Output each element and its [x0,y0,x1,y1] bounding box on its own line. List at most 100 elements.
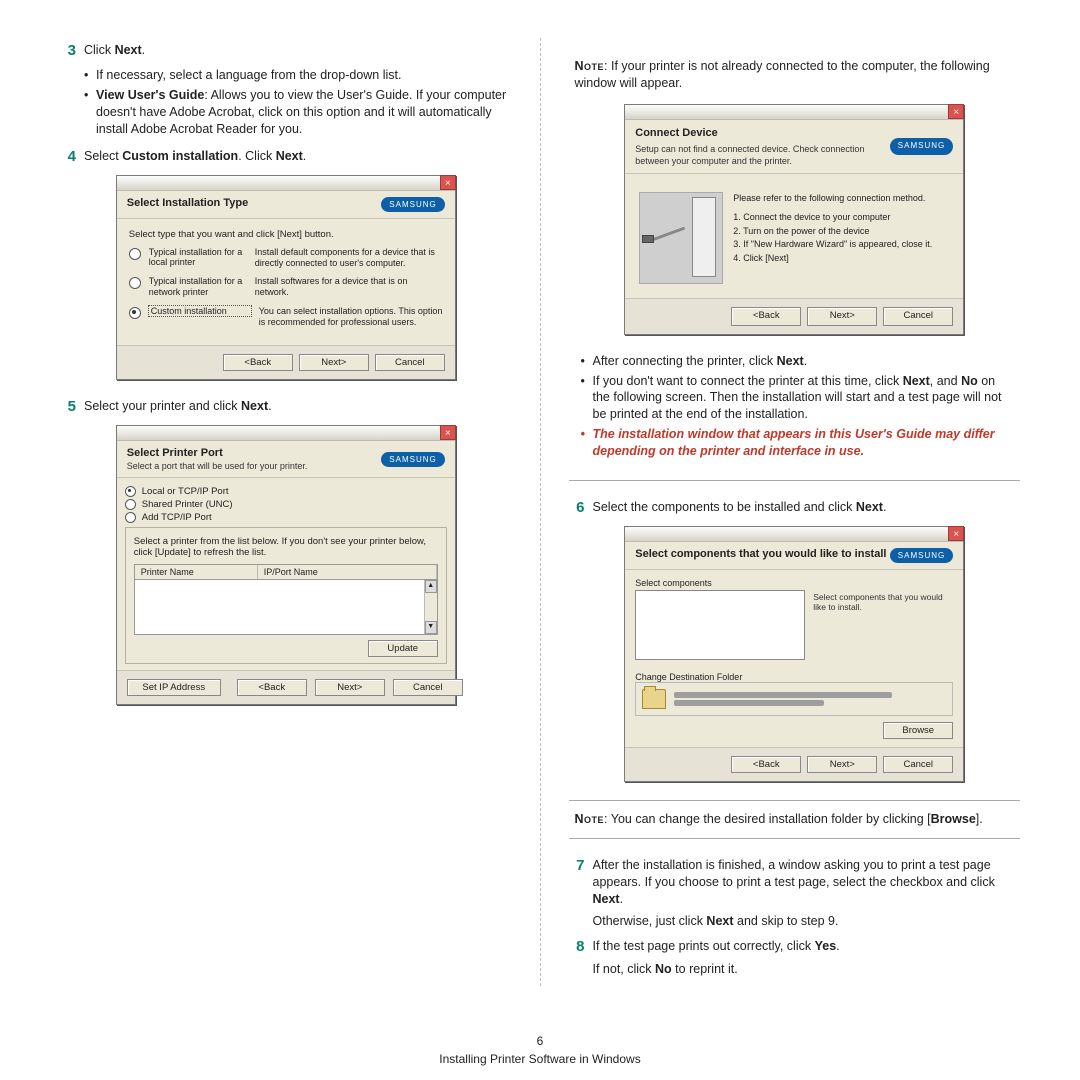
text: If not, click [593,962,656,976]
col-ip-port: IP/Port Name [258,565,437,579]
text: If the test page prints out correctly, c… [593,939,815,953]
radio-local-tcpip[interactable]: Local or TCP/IP Port [125,486,447,497]
radio-icon [125,486,136,497]
text: Select [84,149,122,163]
cancel-button[interactable]: Cancel [883,756,953,773]
text: : If your printer is not already connect… [575,59,990,90]
samsung-logo: SAMSUNG [890,138,953,155]
step3-bullets: If necessary, select a language from the… [84,67,512,138]
text: If you don't want to connect the printer… [593,374,903,388]
text-bold: Next [115,43,142,57]
text-bold: Next [706,914,733,928]
browse-button[interactable]: Browse [883,722,953,739]
table-header: Printer Name IP/Port Name [134,564,438,580]
close-icon[interactable]: × [440,425,456,440]
note-2: Note: You can change the desired install… [569,800,1021,839]
dialog-header: Select Printer Port Select a port that w… [117,441,455,478]
instruction: Select a printer from the list below. If… [134,536,438,558]
scrollbar[interactable]: ▲ ▼ [424,580,437,634]
close-icon[interactable]: × [440,175,456,190]
left-column: 3 Click Next. If necessary, select a lan… [60,38,537,986]
text: . [142,43,145,57]
text: The installation window that appears in … [593,427,995,458]
text-bold: Next [241,399,268,413]
dialog-select-printer-port: × Select Printer Port Select a port that… [116,425,456,705]
back-button[interactable]: <Back [223,354,293,371]
back-button[interactable]: <Back [237,679,307,696]
instruction: Please refer to the following connection… [733,192,949,206]
right-column: Note: If your printer is not already con… [544,38,1021,986]
note-label: Note [575,59,605,73]
step-number: 6 [565,499,585,516]
cancel-button[interactable]: Cancel [393,679,463,696]
list-caption: Select components [635,578,805,588]
dialog-header: Select Installation Type SAMSUNG [117,191,455,219]
text: . [268,399,271,413]
radio-custom[interactable]: Custom installation You can select insta… [129,306,443,329]
next-button[interactable]: Next> [299,354,369,371]
titlebar: × [625,105,963,120]
dialog-body: Please refer to the following connection… [625,174,963,298]
dialog-title: Connect Device [635,126,890,141]
next-button[interactable]: Next> [807,756,877,773]
radio-label: Add TCP/IP Port [142,512,212,523]
bullet-warning: The installation window that appears in … [581,426,1015,460]
close-icon[interactable]: × [948,526,964,541]
samsung-logo: SAMSUNG [381,452,444,467]
text: Otherwise, just click [593,914,707,928]
titlebar: × [625,527,963,542]
step-number: 5 [56,398,76,415]
dialog-subtitle: Setup can not find a connected device. C… [635,143,890,167]
radio-typical-local[interactable]: Typical installation for a local printer… [129,247,443,270]
radio-typical-network[interactable]: Typical installation for a network print… [129,276,443,299]
set-ip-button[interactable]: Set IP Address [127,679,221,696]
radio-desc: Install softwares for a device that is o… [255,276,443,299]
cancel-button[interactable]: Cancel [883,307,953,326]
text-bold: Next [856,500,883,514]
text: . [620,892,623,906]
col-printer-name: Printer Name [135,565,258,579]
dialog-body: Select components Select components that… [625,570,963,668]
scroll-down-icon[interactable]: ▼ [425,621,437,634]
scroll-up-icon[interactable]: ▲ [425,580,437,593]
radio-desc: Install default components for a device … [255,247,443,270]
next-button[interactable]: Next> [807,307,877,326]
text: and skip to step 9. [734,914,839,928]
text: : You can change the desired installatio… [604,812,931,826]
text: After the installation is finished, a wi… [593,858,995,889]
dialog-title: Select Printer Port [127,447,382,459]
text: . Click [238,149,276,163]
text-bold: Next [903,374,930,388]
radio-shared-unc[interactable]: Shared Printer (UNC) [125,499,447,510]
back-button[interactable]: <Back [731,307,801,326]
radio-add-tcpip[interactable]: Add TCP/IP Port [125,512,447,523]
next-button[interactable]: Next> [315,679,385,696]
step-text: 1. Connect the device to your computer [733,211,949,225]
dialog-title: Select components that you would like to… [635,548,890,560]
folder-icon [642,689,666,709]
back-button[interactable]: <Back [731,756,801,773]
text: Click [84,43,115,57]
cancel-button[interactable]: Cancel [375,354,445,371]
step-text: 2. Turn on the power of the device [733,225,949,239]
dialog-header: Select components that you would like to… [625,542,963,570]
update-button[interactable]: Update [368,640,438,657]
footer-text: Installing Printer Software in Windows [0,1052,1080,1066]
text-bold: Yes [815,939,837,953]
radio-label: Custom installation [149,306,251,317]
text-bold: Next [593,892,620,906]
text-bold: Custom installation [122,149,238,163]
destination-label: Change Destination Folder [635,672,953,682]
step-8: 8 If the test page prints out correctly,… [569,938,1021,978]
column-divider [540,38,541,986]
text-bold: No [961,374,978,388]
text-bold: Next [276,149,303,163]
close-icon[interactable]: × [948,104,964,119]
dialog-title: Select Installation Type [127,197,382,209]
radio-label: Local or TCP/IP Port [142,486,229,497]
samsung-logo: SAMSUNG [890,548,953,563]
step-5: 5 Select your printer and click Next. [60,398,512,415]
printer-listbox[interactable]: ▲ ▼ [134,580,438,635]
component-listbox[interactable] [635,590,805,660]
device-illustration [639,192,723,284]
